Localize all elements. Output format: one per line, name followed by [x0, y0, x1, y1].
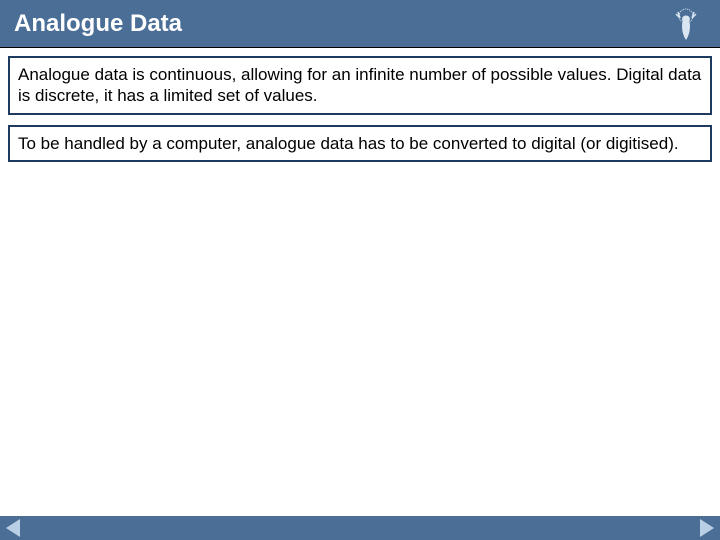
footer-bar	[0, 516, 720, 540]
info-box: Analogue data is continuous, allowing fo…	[8, 56, 712, 115]
deer-logo-icon	[666, 4, 706, 44]
info-box: To be handled by a computer, analogue da…	[8, 125, 712, 162]
slide-content: Analogue data is continuous, allowing fo…	[0, 48, 720, 162]
slide-title: Analogue Data	[14, 10, 182, 38]
next-slide-button[interactable]	[700, 519, 714, 537]
slide-header: Analogue Data	[0, 0, 720, 48]
prev-slide-button[interactable]	[6, 519, 20, 537]
